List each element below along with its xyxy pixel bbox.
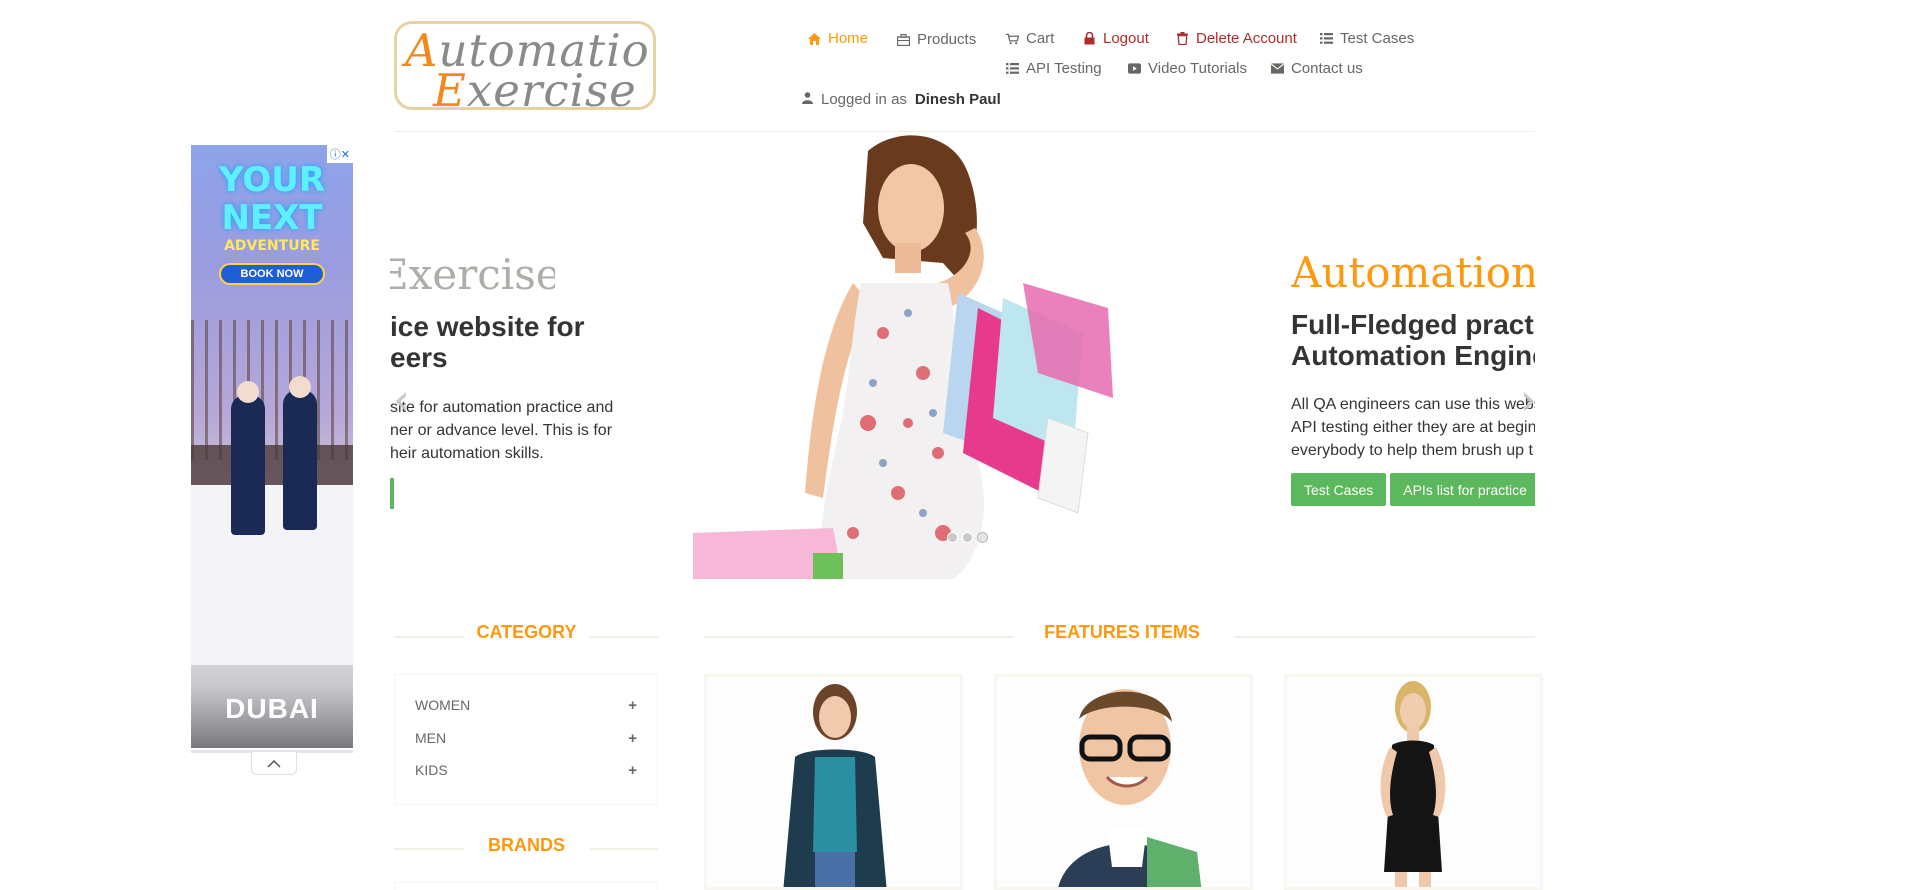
home-icon <box>808 32 821 45</box>
category-title: CATEGORY <box>476 622 577 642</box>
product-card[interactable] <box>994 674 1253 890</box>
slider-prev-arrow[interactable]: ‹ <box>393 375 410 424</box>
plus-icon[interactable]: + <box>628 730 637 747</box>
ad-person-image <box>231 395 265 535</box>
ad-headline-1: YOUR <box>218 160 326 200</box>
nav-video-tutorials[interactable]: Video Tutorials <box>1128 60 1247 77</box>
plus-icon[interactable]: + <box>628 762 637 779</box>
slider-prev-title: Exercise <box>390 250 555 299</box>
ad-railing-image <box>191 445 353 485</box>
ad-brand-logo: DUBAI <box>225 693 319 724</box>
category-panel: WOMEN + MEN + KIDS + <box>394 674 658 805</box>
product-card[interactable] <box>1284 674 1543 890</box>
logged-in-status: Logged in as Dinesh Paul <box>802 91 1001 108</box>
ad-person-head <box>289 376 311 398</box>
slider-current-title: AutomationE <box>1291 248 1535 297</box>
slider-dot[interactable] <box>947 532 958 543</box>
ad-headline-2: NEXT <box>221 198 323 238</box>
nav-test-cases[interactable]: Test Cases <box>1320 30 1414 47</box>
ad-choices-icon[interactable]: ⓘ✕ <box>326 145 353 163</box>
nav-delete-account[interactable]: Delete Account <box>1176 30 1297 47</box>
ad-bridge-image <box>191 320 353 460</box>
test-cases-button[interactable]: Test Cases <box>1291 473 1387 506</box>
list-icon <box>1006 62 1019 75</box>
logged-in-prefix: Logged in as <box>821 91 907 108</box>
chevron-up-icon <box>267 755 281 771</box>
slider-next-arrow[interactable]: › <box>1520 375 1537 424</box>
nav-test-cases-label: Test Cases <box>1340 30 1415 47</box>
nav-logout[interactable]: Logout <box>1083 30 1149 47</box>
brands-panel <box>394 882 658 890</box>
nav-home[interactable]: Home <box>808 30 868 47</box>
title-line <box>394 636 464 638</box>
ad-headline-3: ADVENTURE <box>224 238 320 254</box>
user-icon <box>802 91 813 108</box>
logo-line-2: Exercise <box>433 64 637 110</box>
category-label: KIDS <box>415 762 448 778</box>
slider-current-heading: Full-Fledged practi Automation Engine <box>1291 309 1535 371</box>
nav-api-testing[interactable]: API Testing <box>1006 60 1102 77</box>
slider-dot[interactable] <box>962 532 973 543</box>
nav-api-testing-label: API Testing <box>1026 60 1102 77</box>
nav-contact-us-label: Contact us <box>1291 60 1363 77</box>
nav-cart[interactable]: Cart <box>1006 30 1054 47</box>
ad-person-head <box>237 381 259 403</box>
category-label: MEN <box>415 730 447 746</box>
brands-title: BRANDS <box>487 835 565 855</box>
title-line <box>590 848 658 850</box>
category-women[interactable]: WOMEN + <box>415 697 637 714</box>
nav-home-label: Home <box>828 30 869 47</box>
ad-book-now-button[interactable]: BOOK NOW <box>219 263 325 285</box>
features-items-title: FEATURES ITEMS <box>1044 622 1200 642</box>
trash-icon <box>1176 32 1189 45</box>
category-label: WOMEN <box>415 697 471 713</box>
slider-prev-button[interactable] <box>390 478 394 509</box>
lock-icon <box>1083 32 1096 45</box>
ad-person-image <box>283 390 317 530</box>
category-men[interactable]: MEN + <box>415 730 637 747</box>
logged-in-username: Dinesh Paul <box>914 91 1001 108</box>
slider-prev-text: site for automation practice and ner or … <box>390 399 614 462</box>
product-card[interactable] <box>704 674 963 890</box>
plus-icon[interactable]: + <box>628 697 637 714</box>
nav-cart-label: Cart <box>1026 30 1055 47</box>
header-divider <box>394 131 1535 132</box>
nav-products-label: Products <box>917 31 977 48</box>
nav-video-tutorials-label: Video Tutorials <box>1148 60 1247 77</box>
nav-logout-label: Logout <box>1103 30 1149 47</box>
briefcase-icon <box>897 33 910 46</box>
advertisement-banner[interactable]: ⓘ✕ YOUR NEXT ADVENTURE BOOK NOW DUBAI <box>191 145 353 748</box>
slider-prev-heading: ice website for eers <box>390 311 585 373</box>
nav-delete-account-label: Delete Account <box>1196 30 1297 47</box>
product-image <box>1058 689 1202 887</box>
slider-indicators <box>947 532 988 543</box>
slider-hero-image <box>693 133 1143 579</box>
apis-list-button[interactable]: APIs list for practice <box>1390 473 1535 506</box>
slider-current-text: All QA engineers can use this webs API t… <box>1291 396 1535 459</box>
nav-products[interactable]: Products <box>897 31 976 48</box>
slider-dot-active[interactable] <box>977 532 988 543</box>
ad-collapse-button[interactable] <box>251 752 297 775</box>
category-kids[interactable]: KIDS + <box>415 762 637 779</box>
envelope-icon <box>1271 62 1284 75</box>
title-line <box>590 636 658 638</box>
title-line <box>394 848 464 850</box>
title-line <box>704 636 1014 638</box>
nav-contact-us[interactable]: Contact us <box>1271 60 1363 77</box>
title-line <box>1234 636 1535 638</box>
ad-snow-image <box>191 485 353 665</box>
product-image <box>783 684 887 887</box>
youtube-icon <box>1128 62 1141 75</box>
product-image <box>1380 681 1446 887</box>
list-icon <box>1320 32 1333 45</box>
cart-icon <box>1006 32 1019 45</box>
slider-current-content: AutomationE Full-Fledged practi Automati… <box>1291 245 1535 506</box>
site-logo[interactable]: Automation Exercise <box>394 21 656 110</box>
